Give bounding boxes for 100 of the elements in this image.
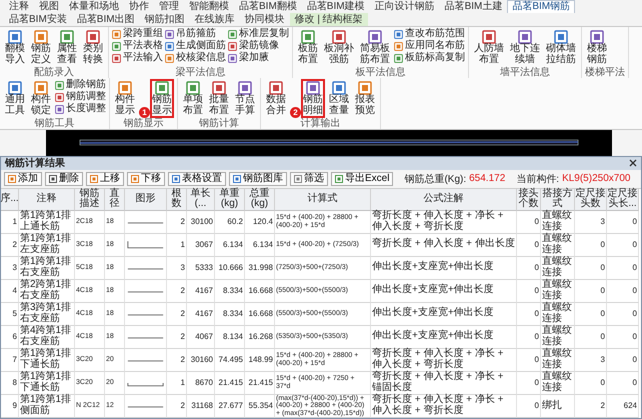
ribbon-button[interactable]: 构件锁定 xyxy=(29,79,53,118)
ribbon-button[interactable]: 翻模导入 xyxy=(3,28,27,67)
ribbon-button[interactable]: 区域查量 xyxy=(327,79,351,118)
ribbon-small-button[interactable]: 钢筋调整 xyxy=(55,91,106,103)
ribbon-small-button[interactable]: 长度调整 xyxy=(55,103,106,115)
square-icon xyxy=(335,174,343,182)
column-header[interactable]: 图形 xyxy=(125,188,167,210)
toolbar-button[interactable]: 筛选 xyxy=(290,172,328,186)
unit-length-cell: 30100 xyxy=(187,210,215,234)
ribbon-button[interactable]: 人防墙布置 xyxy=(472,28,506,67)
ribbon-button[interactable]: 板洞补强筋 xyxy=(322,28,356,67)
square-icon xyxy=(228,42,237,50)
ribbon-tab[interactable]: 修改 | 结构框架 xyxy=(290,13,368,26)
ribbon-small-button[interactable]: 吊筋箍筋 xyxy=(165,28,226,40)
toolbar-button[interactable]: 导出Excel xyxy=(331,172,394,186)
square-icon xyxy=(394,42,403,50)
splice-method-cell: 直螺纹连接 xyxy=(541,210,575,234)
unit-length-cell: 4167 xyxy=(187,280,215,302)
ribbon-small-button[interactable]: 平法表格 xyxy=(112,40,163,52)
ribbon-button[interactable]: 批量布置 xyxy=(207,79,231,118)
ribbon-small-button[interactable]: 板筋标高复制 xyxy=(394,52,465,64)
ribbon-button[interactable]: 类别转换 xyxy=(81,28,105,67)
fixed-joint-length-cell: 0 xyxy=(607,234,639,256)
ribbon-button[interactable]: 钢筋显示 xyxy=(150,79,174,118)
unit-weight-cell: 8.334 xyxy=(215,280,245,302)
ribbon-button[interactable]: 节点手算 xyxy=(233,79,257,118)
ribbon-tab[interactable]: 钢筋扣图 xyxy=(140,13,190,26)
ribbon-tab[interactable]: 品茗BIM钢筋 xyxy=(507,0,576,13)
count-cell: 2 xyxy=(167,280,187,302)
ribbon-tab[interactable]: 管理 xyxy=(154,0,184,13)
square-icon xyxy=(269,81,283,95)
column-header[interactable]: 定尺接头长... xyxy=(607,188,639,210)
ribbon-small-button[interactable]: 梁加腋 xyxy=(228,52,289,64)
ribbon-button[interactable]: 楼梯钢筋 xyxy=(585,28,609,67)
ribbon-button[interactable]: 数据合并 xyxy=(264,79,288,118)
ribbon-button[interactable]: 通用工具 xyxy=(3,79,27,118)
toolbar-button[interactable]: 添加 xyxy=(4,172,42,186)
ribbon-button[interactable]: 简易板筋布置 xyxy=(358,28,392,67)
ribbon-tab[interactable]: 在线族库 xyxy=(190,13,240,26)
ribbon-tab[interactable]: 智能翻模 xyxy=(184,0,234,13)
square-icon xyxy=(55,104,64,114)
column-header[interactable]: 公式注解 xyxy=(371,188,517,210)
column-header[interactable]: 直径 xyxy=(105,188,125,210)
column-header[interactable]: 定尺接头数 xyxy=(575,188,607,210)
note-cell: 第3跨第1排右支座筋 xyxy=(19,302,75,326)
toolbar-button[interactable]: 表格设置 xyxy=(168,172,226,186)
column-header[interactable]: 钢筋描述 xyxy=(75,188,105,210)
column-header[interactable]: 总重(kg) xyxy=(245,188,275,210)
ribbon-tab[interactable]: 品茗BIM翻模 xyxy=(234,0,302,13)
square-icon xyxy=(306,81,320,95)
close-icon[interactable] xyxy=(629,159,637,167)
ribbon-tab[interactable]: 品茗BIM出图 xyxy=(72,13,140,26)
ribbon-small-button[interactable]: 查改布筋范围 xyxy=(394,28,465,40)
ribbon-tab[interactable]: 注释 xyxy=(4,0,34,13)
ribbon-button[interactable]: 砌体墙拉结筋 xyxy=(544,28,578,67)
ribbon-group-label: 墙平法信息 xyxy=(499,67,551,78)
column-header[interactable]: 接头个数 xyxy=(517,188,541,210)
ribbon-small-button[interactable]: 平法输入 xyxy=(112,52,163,64)
ribbon-tab[interactable]: 协作 xyxy=(124,0,154,13)
ribbon-button[interactable]: 构件显示 xyxy=(113,79,137,118)
square-icon xyxy=(34,81,48,95)
toolbar-button[interactable]: 钢筋图库 xyxy=(229,172,287,186)
ribbon-small-button[interactable]: 标准层复制 xyxy=(228,28,289,40)
ribbon-button[interactable]: 报表预览 xyxy=(353,79,377,118)
ribbon-small-button[interactable]: 校核梁信息 xyxy=(165,52,226,64)
ribbon-button[interactable]: 属性查看 xyxy=(55,28,79,67)
ribbon-small-button[interactable]: 生成侧面筋 xyxy=(165,40,226,52)
column-header[interactable]: 单长(... xyxy=(187,188,215,210)
ribbon-tab[interactable]: 协同模块 xyxy=(240,13,290,26)
square-icon xyxy=(238,81,252,95)
ribbon-button[interactable]: 钢筋定义 xyxy=(29,28,53,67)
ribbon-tab[interactable]: 视图 xyxy=(34,0,64,13)
ribbon-tab[interactable]: 品茗BIM安装 xyxy=(4,13,72,26)
ribbon-tab[interactable]: 体量和场地 xyxy=(64,0,124,13)
ribbon-tab[interactable]: 正向设计钢筋 xyxy=(370,0,440,13)
square-icon xyxy=(332,81,346,95)
toolbar-button[interactable]: 删除 xyxy=(45,172,83,186)
column-header[interactable]: 注释 xyxy=(19,188,75,210)
dialog-title: 钢筋计算结果 xyxy=(5,156,65,170)
row-number: 5 xyxy=(1,302,19,326)
ribbon-small-button[interactable]: 梁筋镜像 xyxy=(228,40,289,52)
column-header[interactable]: 序... xyxy=(1,188,19,210)
ribbon-button[interactable]: 板筋布置 xyxy=(296,28,320,67)
column-header[interactable]: 根数 xyxy=(167,188,187,210)
ribbon-small-button[interactable]: 应用同名布筋 xyxy=(394,40,465,52)
column-header[interactable]: 计算式 xyxy=(275,188,371,210)
toolbar-button[interactable]: 下移 xyxy=(127,172,165,186)
toolbar-button[interactable]: 上移 xyxy=(86,172,124,186)
column-header[interactable]: 搭接方式 xyxy=(541,188,575,210)
count-cell: 2 xyxy=(167,326,187,348)
ribbon-button[interactable]: 钢筋明细 xyxy=(301,79,325,118)
ribbon-button[interactable]: 地下连续墙 xyxy=(508,28,542,67)
ribbon-tab[interactable]: 品茗BIM土建 xyxy=(440,0,508,13)
square-icon xyxy=(165,42,174,50)
column-header[interactable]: 单重(kg) xyxy=(215,188,245,210)
ribbon-button[interactable]: 单项布置 xyxy=(181,79,205,118)
square-icon xyxy=(8,174,16,182)
ribbon-small-button[interactable]: 删除钢筋 xyxy=(55,79,106,91)
ribbon-tab[interactable]: 品茗BIM建模 xyxy=(302,0,370,13)
ribbon-small-button[interactable]: 梁跨重组 xyxy=(112,28,163,40)
